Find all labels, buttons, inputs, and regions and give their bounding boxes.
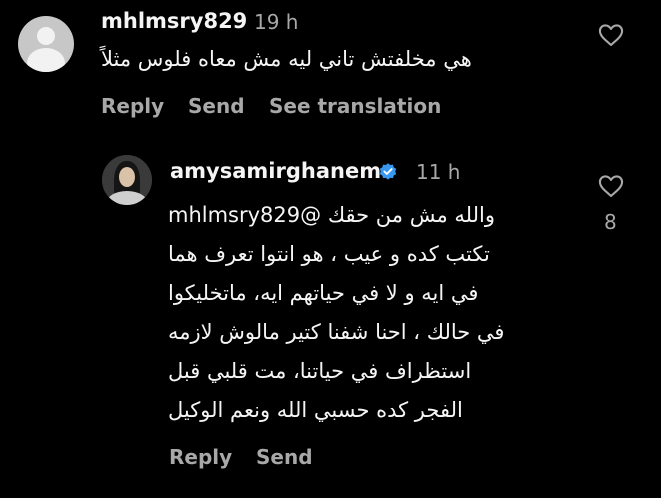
comment-timestamp: 19 h [254, 10, 299, 34]
comment-username[interactable]: mhlmsry829 [101, 9, 247, 33]
profile-photo-icon[interactable] [102, 155, 152, 205]
send-button[interactable]: Send [256, 445, 313, 469]
reply-button[interactable]: Reply [101, 94, 164, 118]
default-avatar-icon[interactable] [18, 16, 74, 72]
comment-text: هي مخلفتش تاني ليه مش معاه فلوس مثلاً [101, 47, 472, 71]
comment-text-line: استظراف في حياتنا، مت قلبي قبل [168, 359, 472, 383]
like-count: 8 [604, 210, 617, 234]
comment-text-line: في ايه و لا في حياتهم ايه، ماتخليكوا [168, 281, 479, 305]
heart-outline-icon[interactable] [596, 21, 626, 49]
comment-text-line: تكتب كده و عيب ، هو انتوا تعرف هما [168, 242, 490, 266]
comment-timestamp: 11 h [416, 160, 461, 184]
comment-text-line: في حالك ، احنا شفنا كتير مالوش لازمه [168, 320, 505, 344]
verified-badge-icon [379, 163, 397, 180]
reply-button[interactable]: Reply [169, 445, 232, 469]
send-button[interactable]: Send [188, 94, 245, 118]
heart-outline-icon[interactable] [596, 172, 626, 200]
see-translation-button[interactable]: See translation [269, 94, 441, 118]
comment-text-line: الفجر كده حسبي الله ونعم الوكيل [168, 398, 463, 422]
comment-text-line: والله مش من حقك @mhlmsry829 [168, 203, 496, 227]
comment-username[interactable]: amysamirghanem [170, 159, 381, 183]
